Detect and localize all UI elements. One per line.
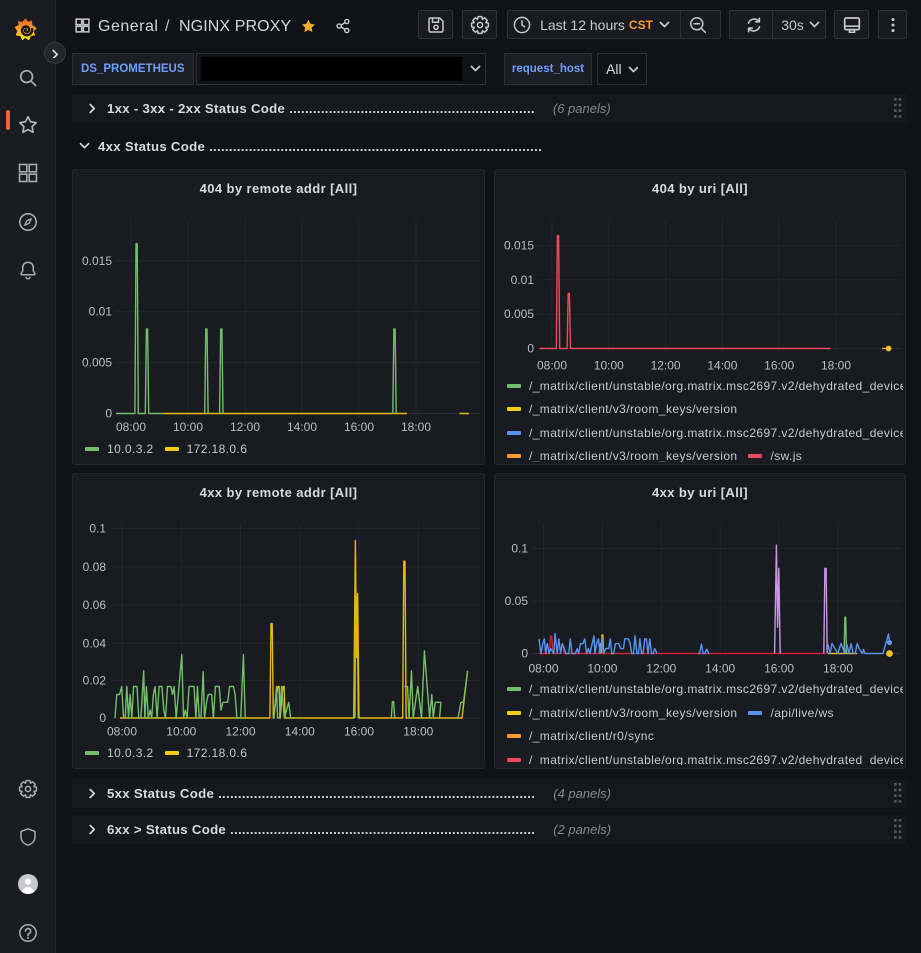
- svg-text:08:00: 08:00: [107, 725, 137, 739]
- svg-text:12:00: 12:00: [230, 420, 260, 434]
- svg-text:0.1: 0.1: [89, 522, 106, 536]
- svg-text:16:00: 16:00: [344, 725, 374, 739]
- svg-text:18:00: 18:00: [401, 420, 431, 434]
- svg-text:14:00: 14:00: [285, 725, 315, 739]
- svg-text:16:00: 16:00: [344, 420, 374, 434]
- svg-text:0.08: 0.08: [83, 560, 107, 574]
- svg-text:0: 0: [105, 407, 112, 421]
- svg-text:0: 0: [99, 711, 106, 725]
- svg-text:10:00: 10:00: [166, 725, 196, 739]
- svg-text:0.01: 0.01: [89, 305, 113, 319]
- svg-text:0.015: 0.015: [82, 254, 112, 268]
- svg-text:10:00: 10:00: [173, 420, 203, 434]
- svg-text:0.06: 0.06: [83, 598, 107, 612]
- svg-text:18:00: 18:00: [403, 725, 433, 739]
- svg-text:0.02: 0.02: [83, 674, 107, 688]
- svg-text:0.005: 0.005: [82, 356, 112, 370]
- svg-text:0.04: 0.04: [83, 636, 107, 650]
- svg-text:08:00: 08:00: [116, 420, 146, 434]
- svg-text:12:00: 12:00: [225, 725, 255, 739]
- svg-text:14:00: 14:00: [287, 420, 317, 434]
